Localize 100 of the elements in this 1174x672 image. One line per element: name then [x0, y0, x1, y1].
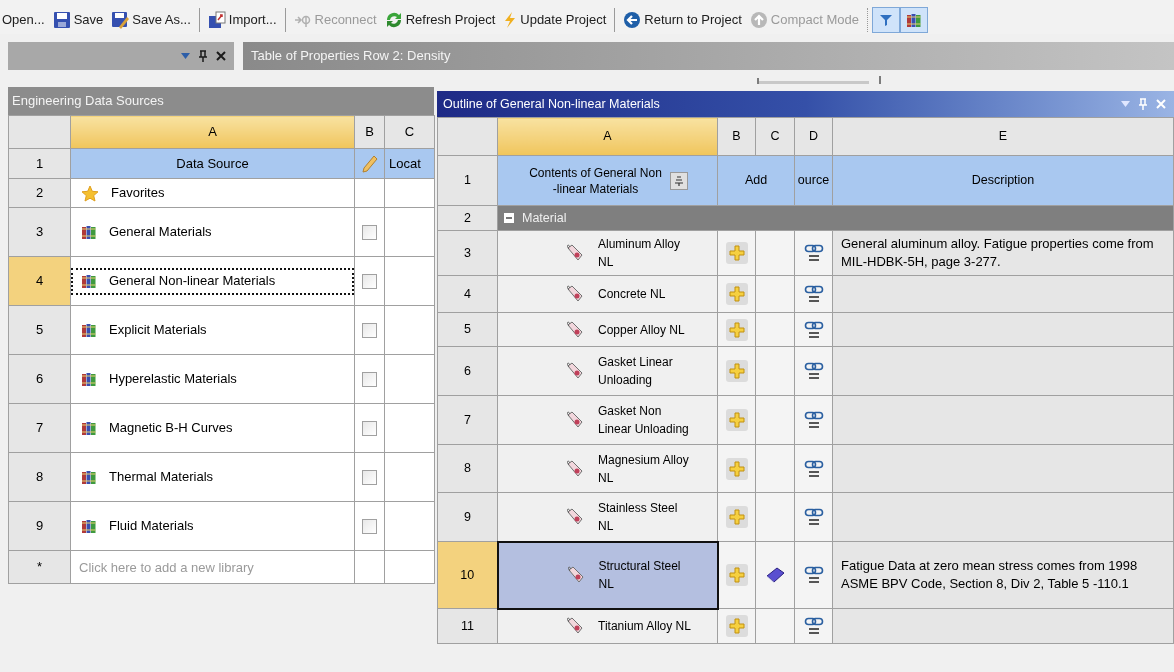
library-name: Thermal Materials: [109, 468, 214, 487]
material-cell[interactable]: Copper Alloy NL: [497, 312, 718, 347]
splitter-handle[interactable]: [757, 76, 881, 84]
collapse-toggle[interactable]: [504, 213, 514, 223]
add-button[interactable]: [725, 506, 748, 528]
material-cell[interactable]: Gasket Linear Unloading: [497, 346, 718, 396]
row-number: 5: [437, 312, 498, 347]
column-header[interactable]: C: [755, 117, 795, 156]
row-number[interactable]: 7: [8, 403, 71, 453]
checkbox[interactable]: [362, 420, 377, 436]
link-icon[interactable]: [803, 243, 824, 263]
new-library-field[interactable]: Click here to add a new library: [71, 551, 354, 583]
link-icon[interactable]: [803, 565, 824, 585]
column-header[interactable]: B: [354, 115, 385, 149]
row-number[interactable]: 8: [8, 452, 71, 502]
library-icon: [81, 420, 97, 436]
books-icon: [905, 12, 922, 28]
library-toggle[interactable]: [899, 7, 928, 33]
group-label: Material: [522, 209, 567, 227]
row-number[interactable]: 2: [8, 178, 71, 208]
dropdown-icon[interactable]: [1121, 101, 1130, 107]
import-icon: [207, 11, 226, 29]
link-icon[interactable]: [803, 284, 824, 304]
pencil-icon: [361, 154, 378, 173]
row-number[interactable]: 3: [8, 207, 71, 257]
lightning-icon: [503, 11, 518, 29]
checkbox[interactable]: [362, 273, 377, 289]
material-name: Gasket Non Linear Unloading: [598, 403, 690, 438]
material-cell[interactable]: Gasket Non Linear Unloading: [497, 395, 718, 445]
add-button[interactable]: [725, 283, 748, 305]
add-button[interactable]: [725, 564, 748, 586]
row-number: 11: [437, 608, 498, 644]
library-icon: [81, 469, 97, 485]
minus-icon: [505, 214, 513, 222]
row-number[interactable]: 5: [8, 305, 71, 355]
link-icon[interactable]: [803, 361, 824, 381]
link-icon[interactable]: [803, 458, 824, 479]
filter-toggle[interactable]: [871, 7, 900, 33]
column-header[interactable]: C: [384, 115, 435, 149]
checkbox[interactable]: [362, 518, 377, 534]
library-icon: [81, 371, 97, 387]
toolbar-button[interactable]: Refresh Project: [380, 7, 500, 33]
library-row[interactable]: General Non-linear Materials: [71, 267, 354, 295]
column-title: Add: [717, 155, 795, 206]
library-icon: [81, 322, 97, 338]
column-header[interactable]: B: [717, 117, 756, 156]
material-cell[interactable]: Stainless Steel NL: [497, 492, 718, 542]
toolbar-button[interactable]: Import...: [203, 7, 281, 33]
column-title: Data Source: [70, 148, 355, 179]
add-button[interactable]: [725, 615, 748, 637]
row-number: 1: [437, 155, 498, 206]
row-number[interactable]: 9: [8, 501, 71, 551]
library-row[interactable]: Favorites: [71, 179, 354, 207]
add-button[interactable]: [725, 318, 748, 341]
library-icon: [81, 224, 97, 240]
pin-icon[interactable]: [198, 50, 208, 62]
row-number: 8: [437, 444, 498, 493]
column-header[interactable]: A: [70, 115, 355, 149]
toolbar-button[interactable]: Update Project: [499, 7, 611, 33]
row-number: 9: [437, 492, 498, 542]
checkbox[interactable]: [362, 371, 377, 387]
material-cell[interactable]: Concrete NL: [497, 275, 718, 313]
link-icon[interactable]: [803, 507, 824, 527]
toolbar-button[interactable]: Return to Project: [619, 7, 746, 33]
row-number[interactable]: 4: [8, 256, 71, 306]
add-button[interactable]: [725, 360, 748, 382]
column-header[interactable]: E: [832, 117, 1174, 156]
checkbox[interactable]: [362, 322, 377, 338]
checkbox[interactable]: [362, 469, 377, 485]
description-text: General aluminum alloy. Fatigue properties come from MIL-HDBK-5H, page 3-277.: [841, 235, 1155, 271]
sort-icon: [673, 175, 684, 186]
filter-icon: [878, 13, 893, 27]
checkbox[interactable]: [362, 224, 377, 240]
material-cell[interactable]: Aluminum Alloy NL: [497, 230, 718, 276]
add-button[interactable]: [725, 409, 748, 431]
material-cell[interactable]: Structural Steel NL: [497, 541, 718, 609]
close-icon[interactable]: [216, 51, 226, 61]
column-header[interactable]: A: [497, 117, 718, 156]
sort-button[interactable]: [669, 171, 688, 190]
add-button[interactable]: [725, 457, 748, 480]
column-header[interactable]: D: [794, 117, 833, 156]
add-button[interactable]: [725, 242, 748, 264]
row-number: 2: [437, 205, 498, 231]
row-number[interactable]: 6: [8, 354, 71, 404]
library-name: General Non-linear Materials: [109, 272, 276, 291]
material-cell[interactable]: Magnesium Alloy NL: [497, 444, 718, 493]
dropdown-icon[interactable]: [181, 53, 190, 59]
material-cell[interactable]: Titanium Alloy NL: [497, 608, 718, 644]
library-icon: [81, 518, 97, 534]
link-icon[interactable]: [803, 410, 824, 430]
material-name: Magnesium Alloy NL: [598, 451, 690, 487]
star-icon: [81, 184, 99, 202]
toolbar-button[interactable]: Save As...: [107, 7, 195, 33]
row-number: 10: [437, 541, 498, 609]
panel-title: Outline of General Non-linear Materials: [443, 95, 660, 113]
toolbar-button[interactable]: Open...: [0, 7, 49, 33]
panel-title: Engineering Data Sources: [8, 87, 434, 115]
link-icon[interactable]: [803, 319, 824, 340]
link-icon[interactable]: [803, 616, 824, 636]
toolbar-button[interactable]: Save: [48, 7, 108, 33]
